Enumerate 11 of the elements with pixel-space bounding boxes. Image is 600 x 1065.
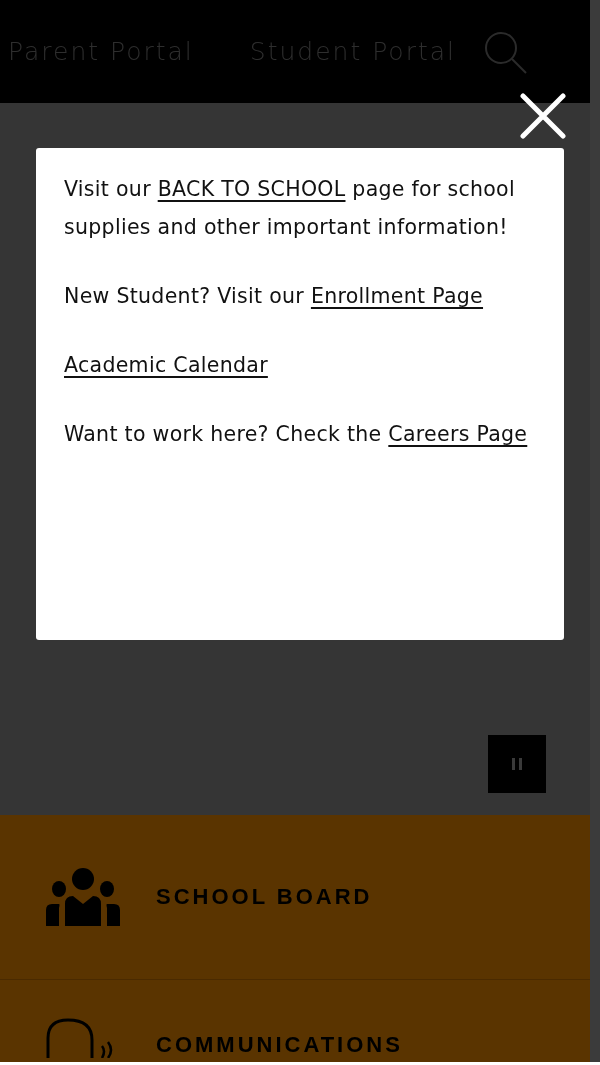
- text-link[interactable]: Academic Calendar: [64, 353, 268, 377]
- close-icon[interactable]: [520, 93, 566, 139]
- pause-icon: [511, 756, 523, 772]
- text-link[interactable]: Careers Page: [388, 422, 528, 446]
- pause-button[interactable]: [488, 735, 546, 793]
- announcement-text: Want to work here? Check the Careers Page: [64, 421, 529, 448]
- text-link[interactable]: BACK TO SCHOOL: [157, 177, 346, 201]
- people-icon: [46, 868, 120, 926]
- announcement-text: New Student? Visit our Enrollment Page: [64, 283, 485, 310]
- announcement-text: Visit our BACK TO SCHOOL page for school supplies and other important information!: [64, 176, 516, 241]
- text-link[interactable]: Enrollment Page: [310, 284, 484, 308]
